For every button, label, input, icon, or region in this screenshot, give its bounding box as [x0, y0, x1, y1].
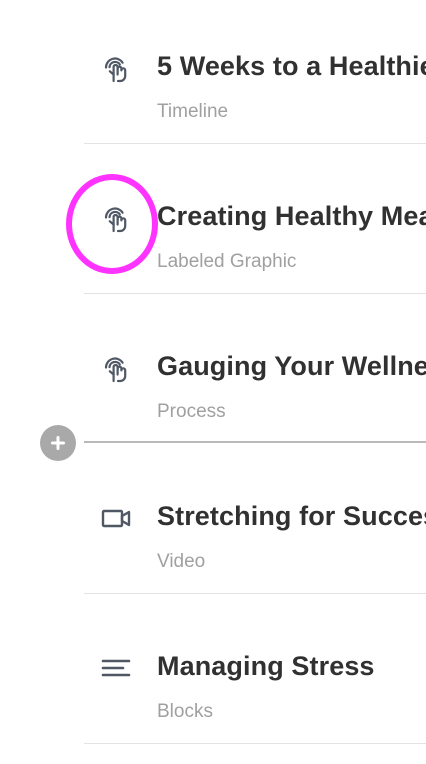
lesson-row: Gauging Your Wellne Process [84, 300, 426, 448]
lesson-row: 5 Weeks to a Healthie Timeline [84, 0, 426, 148]
lesson-type: Timeline [157, 101, 229, 122]
lesson-type: Blocks [157, 701, 213, 722]
lesson-title: Gauging Your Wellne [157, 351, 426, 381]
plus-icon [51, 436, 65, 450]
interactive-hand-icon [100, 352, 132, 384]
lesson-item-blocks[interactable]: Managing Stress Blocks [84, 600, 426, 748]
lesson-type: Labeled Graphic [157, 251, 297, 272]
video-camera-icon [100, 502, 132, 534]
divider [84, 593, 426, 594]
lesson-type: Process [157, 401, 226, 422]
lesson-title: Stretching for Succes [157, 501, 426, 531]
lesson-item-process[interactable]: Gauging Your Wellne Process [84, 300, 426, 448]
lesson-title: Creating Healthy Mea [157, 201, 426, 231]
lesson-row: Managing Stress Blocks [84, 600, 426, 748]
text-lines-icon [100, 652, 132, 684]
lesson-row: Stretching for Succes Video [84, 450, 426, 598]
lesson-item-video[interactable]: Stretching for Succes Video [84, 450, 426, 598]
lesson-title: Managing Stress [157, 651, 375, 681]
lesson-item-labeled-graphic[interactable]: Creating Healthy Mea Labeled Graphic [84, 150, 426, 298]
add-lesson-button[interactable] [40, 425, 76, 461]
divider [84, 143, 426, 144]
lesson-item-timeline[interactable]: 5 Weeks to a Healthie Timeline [84, 0, 426, 148]
lesson-type: Video [157, 551, 206, 572]
lesson-title: 5 Weeks to a Healthie [157, 51, 426, 81]
lesson-row: Creating Healthy Mea Labeled Graphic [84, 150, 426, 298]
insert-divider [84, 441, 426, 443]
lesson-list: 5 Weeks to a Healthie Timeline Creating … [0, 0, 426, 764]
interactive-hand-icon [100, 52, 132, 84]
divider [84, 293, 426, 294]
divider [84, 743, 426, 744]
interactive-hand-icon [100, 202, 132, 234]
